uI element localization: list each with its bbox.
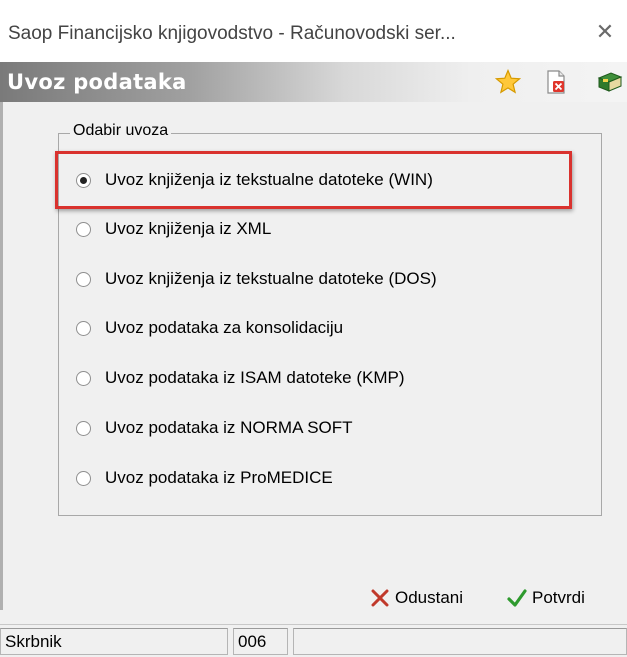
import-dialog-window: Saop Financijsko knjigovodstvo - Računov… bbox=[0, 0, 627, 657]
option-consolidation-import[interactable]: Uvoz podataka za konsolidaciju bbox=[76, 316, 343, 340]
option-norma-soft-import[interactable]: Uvoz podataka iz NORMA SOFT bbox=[76, 416, 353, 440]
option-label: Uvoz knjiženja iz XML bbox=[105, 219, 272, 238]
option-dos-text-import[interactable]: Uvoz knjiženja iz tekstualne datoteke (D… bbox=[76, 267, 437, 291]
confirm-label: Potvrdi bbox=[532, 588, 585, 607]
option-label: Uvoz podataka iz ProMEDICE bbox=[105, 468, 333, 487]
close-icon[interactable]: ✕ bbox=[594, 21, 616, 43]
book-icon[interactable] bbox=[597, 69, 623, 95]
star-icon[interactable] bbox=[495, 69, 521, 95]
cancel-button[interactable]: Odustani bbox=[369, 584, 463, 612]
status-user: Skrbnik bbox=[0, 628, 228, 655]
window-title: Saop Financijsko knjigovodstvo - Računov… bbox=[8, 23, 456, 44]
checkmark-icon bbox=[507, 589, 527, 607]
radio-button[interactable] bbox=[76, 320, 91, 336]
option-label: Uvoz podataka iz NORMA SOFT bbox=[105, 418, 353, 437]
option-xml-import[interactable]: Uvoz knjiženja iz XML bbox=[76, 217, 271, 241]
radio-button[interactable] bbox=[76, 470, 91, 486]
dialog-title: Uvoz podataka bbox=[7, 70, 187, 94]
cancel-label: Odustani bbox=[395, 588, 464, 607]
cancel-x-icon bbox=[371, 589, 389, 607]
option-label: Uvoz knjiženja iz tekstualne datoteke (D… bbox=[105, 269, 437, 288]
radio-button[interactable] bbox=[76, 271, 91, 287]
status-bar: Skrbnik 006 bbox=[0, 624, 627, 657]
confirm-button[interactable]: Potvrdi bbox=[506, 584, 585, 612]
left-border bbox=[0, 102, 3, 610]
radio-button[interactable] bbox=[76, 370, 91, 386]
option-label: Uvoz podataka iz ISAM datoteke (KMP) bbox=[105, 368, 405, 387]
title-bar: Saop Financijsko knjigovodstvo - Računov… bbox=[0, 0, 627, 62]
option-promedice-import[interactable]: Uvoz podataka iz ProMEDICE bbox=[76, 466, 333, 490]
option-isam-import[interactable]: Uvoz podataka iz ISAM datoteke (KMP) bbox=[76, 366, 405, 390]
radio-button[interactable] bbox=[76, 221, 91, 237]
option-label: Uvoz podataka za konsolidaciju bbox=[105, 318, 344, 337]
highlight-box bbox=[55, 151, 572, 209]
dialog-header: Uvoz podataka bbox=[0, 62, 627, 102]
radio-button[interactable] bbox=[76, 420, 91, 436]
status-extra bbox=[293, 628, 627, 655]
group-label: Odabir uvoza bbox=[70, 122, 172, 140]
status-code: 006 bbox=[233, 628, 288, 655]
document-delete-icon[interactable] bbox=[543, 69, 569, 95]
